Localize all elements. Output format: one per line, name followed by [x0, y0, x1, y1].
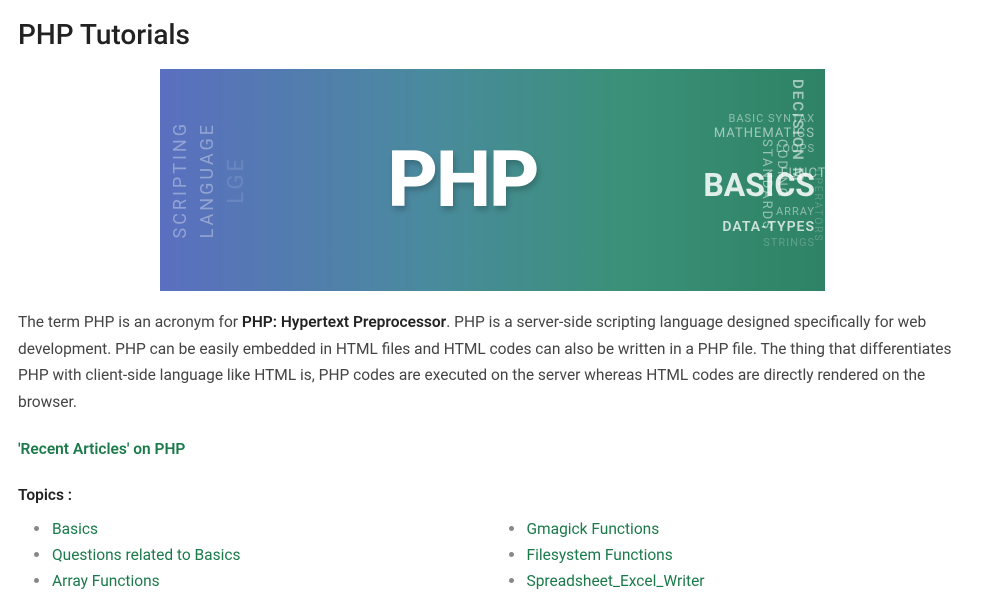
- list-item: Basics: [38, 516, 493, 542]
- banner-word-mathematics: MATHEMATICS: [714, 126, 815, 141]
- banner-main-text: PHP: [387, 135, 537, 226]
- banner-word-strings: STRINGS: [763, 236, 815, 249]
- page-title: PHP Tutorials: [18, 18, 967, 51]
- intro-pre: The term PHP is an acronym for: [18, 313, 242, 331]
- topic-link-filesystem-functions[interactable]: Filesystem Functions: [527, 546, 673, 564]
- hero-banner: SCRIPTING LANGUAGE LGE PHP DECISION M CO…: [160, 69, 825, 291]
- topics-heading: Topics :: [18, 486, 967, 504]
- topics-columns: Basics Questions related to Basics Array…: [18, 516, 967, 595]
- topics-column-right: Gmagick Functions Filesystem Functions S…: [493, 516, 968, 595]
- banner-word-scripting: SCRIPTING: [170, 121, 191, 238]
- banner-word-functions: FUNCTIONS: [781, 166, 825, 181]
- banner-word-faint: LGE: [224, 156, 249, 204]
- topic-link-spreadsheet-excel-writer[interactable]: Spreadsheet_Excel_Writer: [527, 572, 705, 590]
- list-item: Array Functions: [38, 568, 493, 594]
- intro-bold: PHP: Hypertext Preprocessor: [242, 313, 446, 331]
- topic-link-questions-basics[interactable]: Questions related to Basics: [52, 546, 241, 564]
- list-item: Filesystem Functions: [513, 542, 968, 568]
- topic-link-basics[interactable]: Basics: [52, 520, 98, 538]
- recent-articles-link[interactable]: 'Recent Articles' on PHP: [18, 440, 967, 458]
- banner-word-language: LANGUAGE: [197, 122, 218, 238]
- banner-word-basic-syntax: BASIC SYNTAX: [729, 112, 815, 125]
- list-item: Gmagick Functions: [513, 516, 968, 542]
- intro-paragraph: The term PHP is an acronym for PHP: Hype…: [18, 309, 967, 416]
- banner-word-array: ARRAY: [776, 205, 815, 218]
- list-item: Questions related to Basics: [38, 542, 493, 568]
- banner-word-data-types: DATA-TYPES: [722, 219, 815, 235]
- topic-link-gmagick-functions[interactable]: Gmagick Functions: [527, 520, 660, 538]
- topics-column-left: Basics Questions related to Basics Array…: [18, 516, 493, 595]
- list-item: Spreadsheet_Excel_Writer: [513, 568, 968, 594]
- topic-link-array-functions[interactable]: Array Functions: [52, 572, 160, 590]
- banner-right-words: BASIC SYNTAX MATHEMATICS LOOPS FUNCTIONS…: [645, 69, 825, 291]
- banner-left-words: SCRIPTING LANGUAGE LGE: [170, 69, 249, 291]
